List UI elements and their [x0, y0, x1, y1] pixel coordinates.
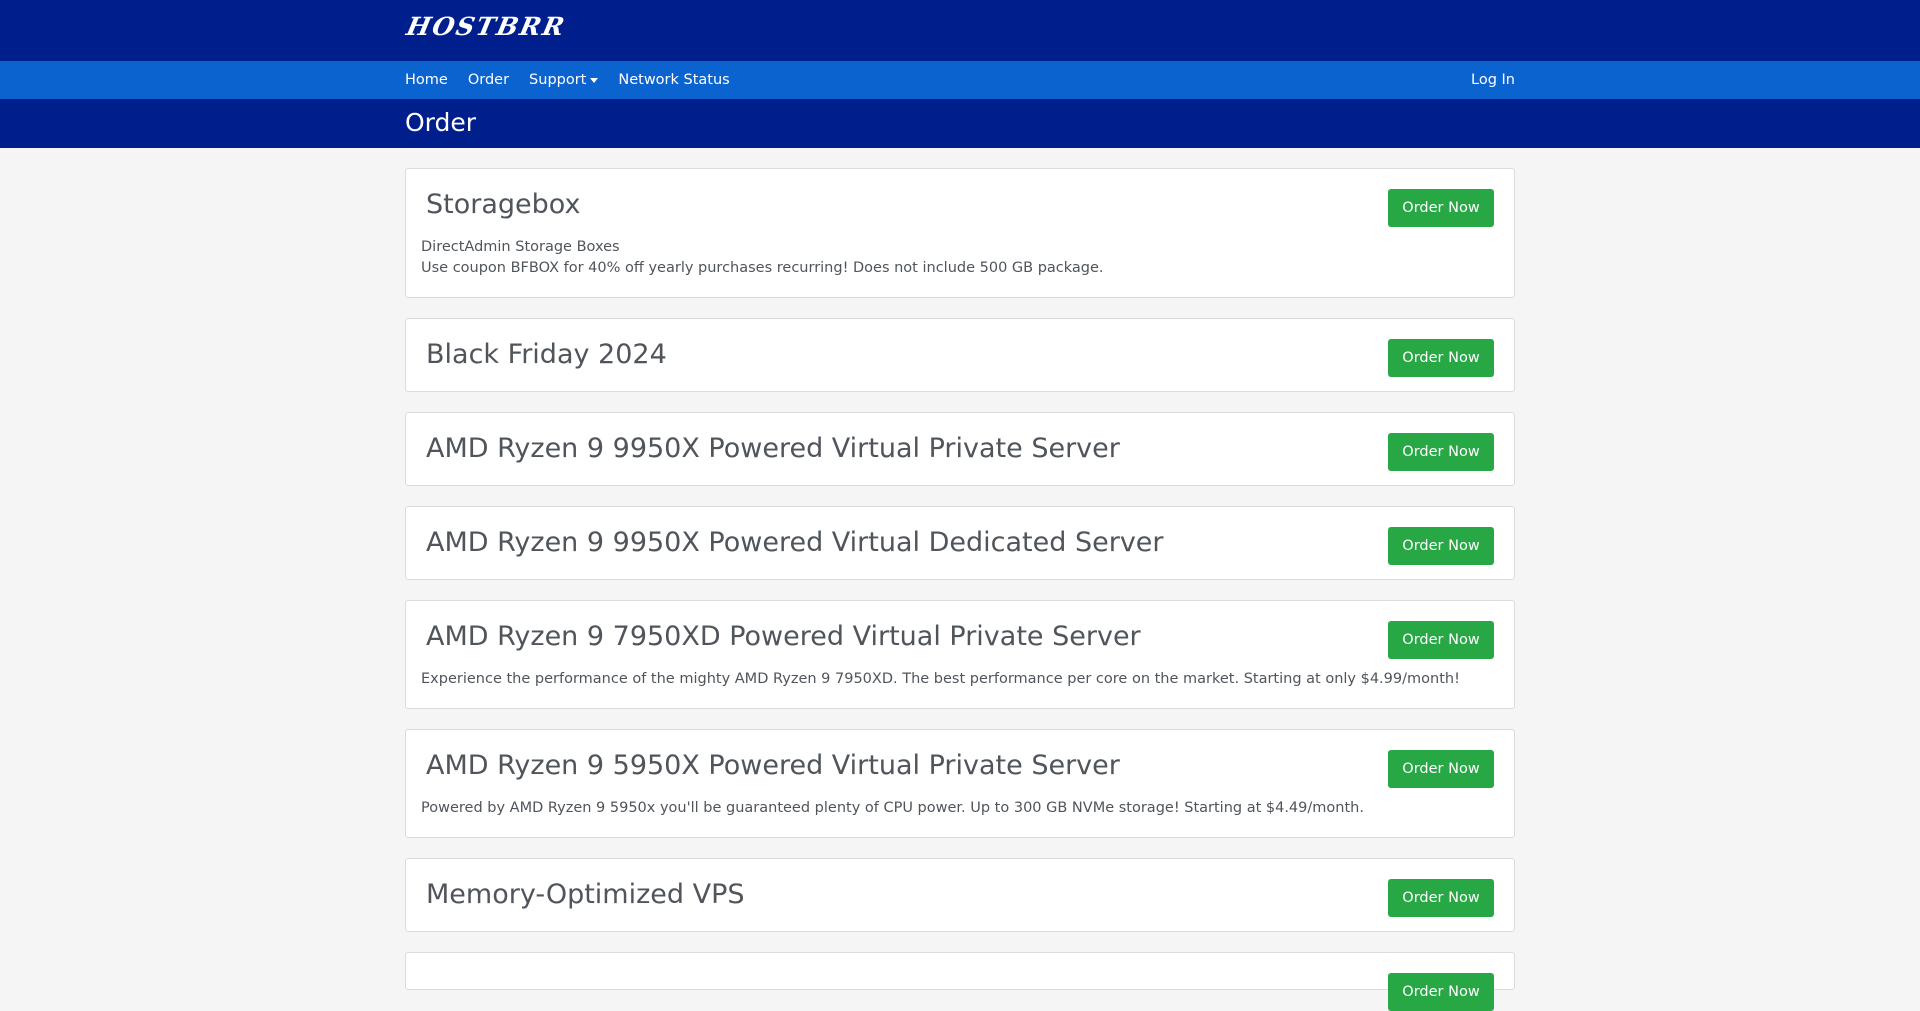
main-navbar: Home Order Support Network Status Log In: [0, 61, 1920, 99]
order-now-button[interactable]: Order Now: [1388, 973, 1494, 1011]
product-title: AMD Ryzen 9 9950X Powered Virtual Dedica…: [426, 527, 1164, 558]
product-title: Storagebox: [426, 189, 581, 220]
order-now-button[interactable]: Order Now: [1388, 621, 1494, 659]
product-description-line: DirectAdmin Storage Boxes: [421, 239, 620, 255]
product-description: Powered by AMD Ryzen 9 5950x you'll be g…: [421, 798, 1494, 819]
product-card: Order Now: [405, 952, 1515, 1011]
page-title: Order: [405, 108, 477, 137]
product-title: Memory-Optimized VPS: [426, 879, 745, 910]
product-title: AMD Ryzen 9 5950X Powered Virtual Privat…: [426, 750, 1120, 781]
product-title: AMD Ryzen 9 7950XD Powered Virtual Priva…: [426, 621, 1141, 652]
product-card: AMD Ryzen 9 7950XD Powered Virtual Priva…: [405, 600, 1515, 709]
product-card: AMD Ryzen 9 5950X Powered Virtual Privat…: [405, 729, 1515, 838]
product-list: Storagebox DirectAdmin Storage Boxes Use c…: [405, 168, 1515, 1011]
order-now-button[interactable]: Order Now: [1388, 433, 1494, 471]
product-card: AMD Ryzen 9 9950X Powered Virtual Dedica…: [405, 506, 1515, 580]
nav-home-link[interactable]: Home: [405, 72, 448, 88]
order-now-button[interactable]: Order Now: [1388, 339, 1494, 377]
order-now-button[interactable]: Order Now: [1388, 189, 1494, 227]
order-now-button[interactable]: Order Now: [1388, 750, 1494, 788]
nav-support-dropdown[interactable]: Support: [529, 72, 599, 88]
product-card: Memory-Optimized VPS Order Now: [405, 858, 1515, 932]
nav-network-status-link[interactable]: Network Status: [618, 72, 729, 88]
order-now-button[interactable]: Order Now: [1388, 879, 1494, 917]
product-description: DirectAdmin Storage Boxes Use coupon BFBO…: [421, 237, 1494, 279]
product-description-line: Use coupon BFBOX for 40% off yearly purc…: [421, 260, 1104, 276]
product-title: Black Friday 2024: [426, 339, 667, 370]
product-card: AMD Ryzen 9 9950X Powered Virtual Privat…: [405, 412, 1515, 486]
product-card: Black Friday 2024 Order Now: [405, 318, 1515, 392]
product-title: AMD Ryzen 9 9950X Powered Virtual Privat…: [426, 433, 1120, 464]
product-description-line: Experience the performance of the mighty…: [421, 671, 1460, 687]
product-description-line: Powered by AMD Ryzen 9 5950x you'll be g…: [421, 800, 1364, 816]
product-description: Experience the performance of the mighty…: [421, 669, 1494, 690]
site-logo[interactable]: HOSTBRR: [404, 12, 569, 41]
nav-order-link[interactable]: Order: [468, 72, 509, 88]
order-now-button[interactable]: Order Now: [1388, 527, 1494, 565]
product-card: Storagebox DirectAdmin Storage Boxes Use c…: [405, 168, 1515, 298]
nav-support-label: Support: [529, 72, 587, 88]
page-header: Order: [0, 99, 1920, 148]
caret-down-icon: [590, 77, 599, 83]
nav-links: Home Order Support Network Status: [405, 61, 750, 99]
top-header: HOSTBRR: [0, 0, 1920, 61]
login-link[interactable]: Log In: [1471, 61, 1515, 99]
